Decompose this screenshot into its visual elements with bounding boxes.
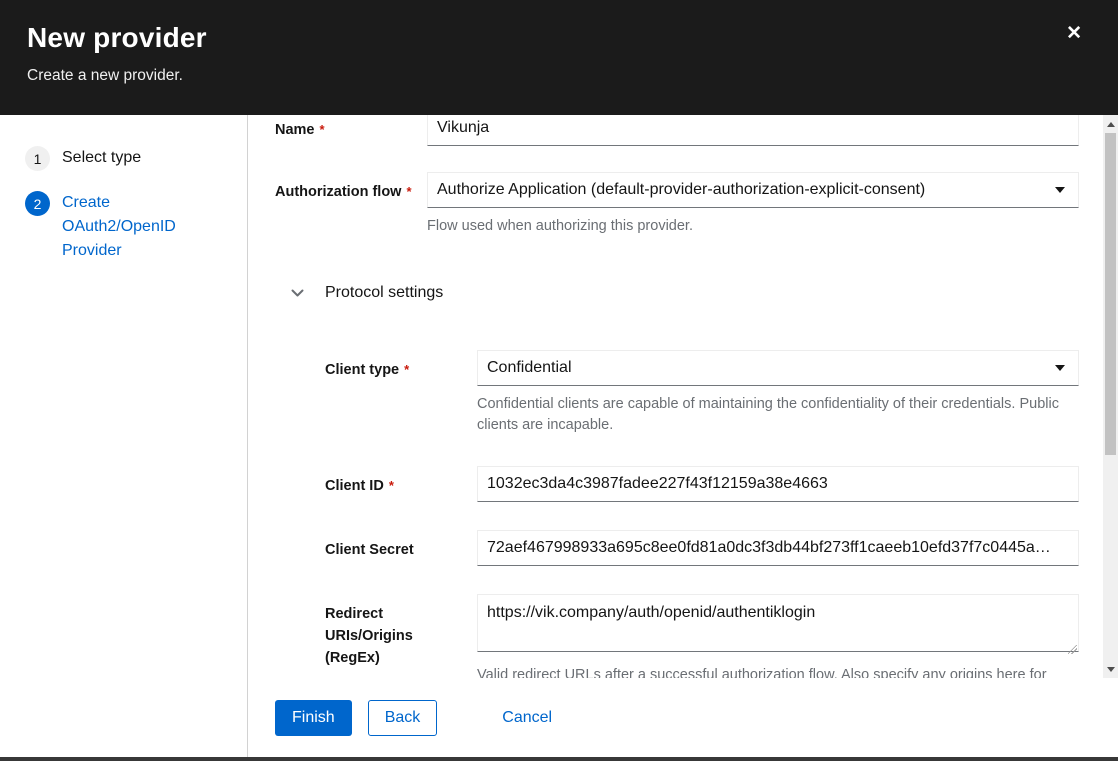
name-label: Name* bbox=[275, 115, 427, 141]
required-asterisk: * bbox=[404, 362, 409, 377]
client-id-label: Client ID* bbox=[325, 466, 477, 497]
finish-button[interactable]: Finish bbox=[275, 700, 352, 736]
client-type-label: Client type* bbox=[325, 350, 477, 381]
redirect-uris-textarea[interactable]: https://vik.company/auth/openid/authenti… bbox=[477, 594, 1079, 652]
protocol-settings-toggle[interactable]: Protocol settings bbox=[291, 284, 1079, 302]
new-provider-modal: New provider Create a new provider. ✕ 1 … bbox=[0, 0, 1118, 761]
client-type-row: Client type* Confidential Confidential c… bbox=[275, 350, 1079, 436]
required-asterisk: * bbox=[406, 184, 411, 199]
redirect-uris-label: Redirect URIs/Origins (RegEx) bbox=[325, 594, 477, 669]
client-type-help: Confidential clients are capable of main… bbox=[477, 394, 1079, 436]
modal-footer: Finish Back Cancel bbox=[248, 678, 1118, 757]
textarea-resize-handle[interactable] bbox=[1068, 645, 1077, 654]
client-secret-label: Client Secret bbox=[325, 530, 477, 561]
selected-flow-value: Authorize Application (default-provider-… bbox=[437, 181, 1047, 199]
client-id-input[interactable] bbox=[477, 466, 1079, 502]
close-icon[interactable]: ✕ bbox=[1066, 24, 1082, 43]
page-backdrop bbox=[0, 757, 1118, 761]
modal-body: 1 Select type 2 Create OAuth2/OpenID Pro… bbox=[0, 115, 1118, 757]
caret-down-icon bbox=[1055, 187, 1065, 193]
client-type-select[interactable]: Confidential bbox=[477, 350, 1079, 386]
page-subtitle: Create a new provider. bbox=[27, 67, 1091, 85]
required-asterisk: * bbox=[320, 122, 325, 137]
step-number-badge: 1 bbox=[25, 146, 50, 171]
client-secret-input[interactable] bbox=[477, 530, 1079, 566]
cancel-button[interactable]: Cancel bbox=[502, 700, 552, 736]
scrollbar-thumb[interactable] bbox=[1105, 133, 1116, 455]
chevron-down-icon bbox=[291, 289, 304, 298]
wizard-step-label: Select type bbox=[62, 146, 141, 170]
modal-header: New provider Create a new provider. ✕ bbox=[0, 0, 1118, 115]
back-button[interactable]: Back bbox=[368, 700, 438, 736]
wizard-step-select-type[interactable]: 1 Select type bbox=[0, 136, 247, 181]
redirect-uris-help: Valid redirect URLs after a successful a… bbox=[477, 665, 1079, 678]
wizard-content: Name* Authorization flow* Authorize Appl… bbox=[248, 115, 1118, 757]
page-title: New provider bbox=[27, 22, 1091, 54]
form-scroll-area: Name* Authorization flow* Authorize Appl… bbox=[248, 115, 1118, 678]
wizard-step-label: Create OAuth2/OpenID Provider bbox=[62, 191, 182, 263]
name-field-row: Name* bbox=[275, 115, 1079, 146]
authorization-flow-help: Flow used when authorizing this provider… bbox=[427, 216, 1079, 237]
client-secret-row: Client Secret bbox=[275, 530, 1079, 566]
authorization-flow-label: Authorization flow* bbox=[275, 172, 427, 203]
step-number-badge: 2 bbox=[25, 191, 50, 216]
required-asterisk: * bbox=[389, 478, 394, 493]
name-input[interactable] bbox=[427, 115, 1079, 146]
selected-client-type-value: Confidential bbox=[487, 359, 1047, 377]
scrollbar-up-arrow-icon[interactable] bbox=[1103, 117, 1118, 131]
wizard-sidebar: 1 Select type 2 Create OAuth2/OpenID Pro… bbox=[0, 115, 248, 757]
caret-down-icon bbox=[1055, 365, 1065, 371]
authorization-flow-row: Authorization flow* Authorize Applicatio… bbox=[275, 172, 1079, 237]
redirect-uris-row: Redirect URIs/Origins (RegEx) https://vi… bbox=[275, 594, 1079, 678]
wizard-step-create-provider[interactable]: 2 Create OAuth2/OpenID Provider bbox=[0, 181, 247, 273]
client-id-row: Client ID* bbox=[275, 466, 1079, 502]
scrollbar-down-arrow-icon[interactable] bbox=[1103, 662, 1118, 676]
protocol-settings-title: Protocol settings bbox=[325, 284, 443, 302]
vertical-scrollbar[interactable] bbox=[1103, 115, 1118, 678]
authorization-flow-select[interactable]: Authorize Application (default-provider-… bbox=[427, 172, 1079, 208]
